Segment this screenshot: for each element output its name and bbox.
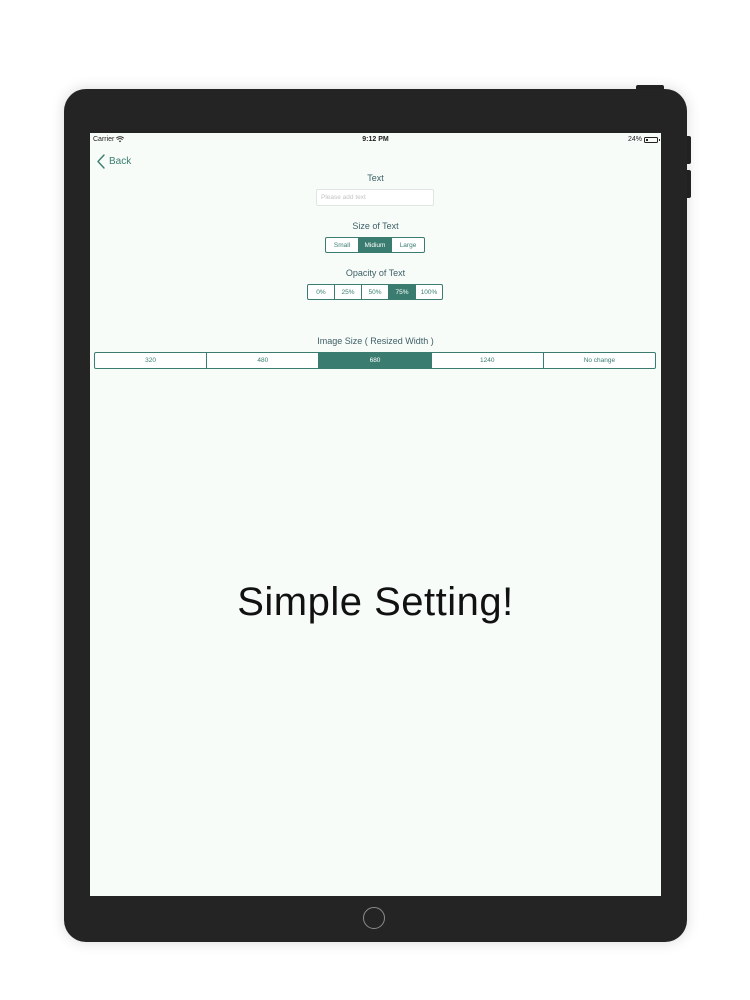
text-input[interactable] xyxy=(316,189,434,206)
status-time: 9:12 PM xyxy=(362,136,389,143)
text-size-segmented-control: Small Midium Large xyxy=(325,237,425,253)
text-section-label: Text xyxy=(367,173,384,183)
battery-level-fill xyxy=(646,138,649,141)
opacity-section-label: Opacity of Text xyxy=(345,268,406,278)
chevron-left-icon xyxy=(97,154,105,169)
image-size-section-label: Image Size ( Resized Width ) xyxy=(317,336,434,346)
battery-icon xyxy=(644,136,660,143)
opacity-option-50[interactable]: 50% xyxy=(361,285,388,299)
image-size-segmented-control: 320 480 680 1240 No change xyxy=(94,352,656,369)
battery-percent: 24% xyxy=(627,136,642,143)
status-bar: Carrier 9:12 PM 24% xyxy=(90,133,661,147)
image-size-option-680[interactable]: 680 xyxy=(318,353,431,368)
opacity-option-75[interactable]: 75% xyxy=(388,285,415,299)
image-size-option-480[interactable]: 480 xyxy=(206,353,318,368)
hero-caption: Simple Setting! xyxy=(237,580,514,624)
back-button[interactable]: Back xyxy=(97,154,131,169)
text-opacity-segmented-control: 0% 25% 50% 75% 100% xyxy=(307,284,443,300)
image-size-option-1240[interactable]: 1240 xyxy=(430,353,543,368)
app-screen: Carrier 9:12 PM 24% Back Text Size of Te… xyxy=(90,133,661,896)
size-option-midium[interactable]: Midium xyxy=(358,238,391,252)
size-option-small[interactable]: Small xyxy=(326,238,358,252)
size-section-label: Size of Text xyxy=(352,221,399,231)
image-size-option-320[interactable]: 320 xyxy=(95,353,206,368)
image-size-option-no-change[interactable]: No change xyxy=(542,353,655,368)
opacity-option-25[interactable]: 25% xyxy=(334,285,361,299)
back-label: Back xyxy=(109,156,132,167)
home-button[interactable] xyxy=(363,907,385,929)
opacity-option-100[interactable]: 100% xyxy=(415,285,442,299)
opacity-option-0[interactable]: 0% xyxy=(308,285,334,299)
battery-group: 24% xyxy=(627,136,660,143)
size-option-large[interactable]: Large xyxy=(391,238,424,252)
